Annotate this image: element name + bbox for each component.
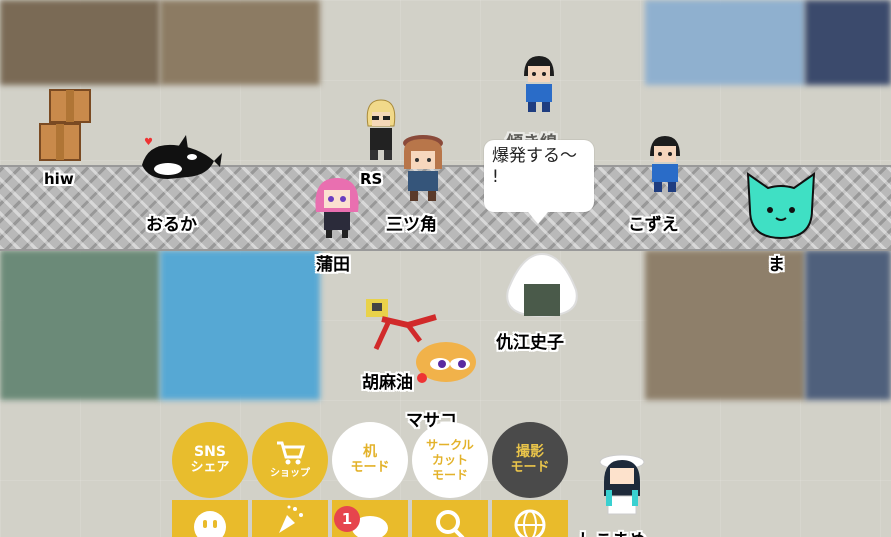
teal-cat-avatar[interactable] [744, 170, 818, 242]
pink-hair-girl-avatar[interactable] [312, 172, 362, 240]
onigiri-avatar[interactable] [502, 250, 582, 320]
speech-text-line1: 爆発する〜 [492, 146, 577, 166]
shop-label: ショップ [270, 467, 310, 479]
player-name-bottom-right: しこまめ [578, 526, 646, 537]
desk-mode-label-1: 机 [363, 444, 377, 460]
circle-cut-label-2: カット [431, 452, 468, 467]
photo-mode-label-2: モード [510, 460, 550, 475]
tab-search[interactable] [412, 500, 488, 537]
orange-car-avatar[interactable] [414, 334, 478, 386]
booth-top-left-2 [160, 0, 320, 85]
booth-top-right [645, 0, 805, 85]
tab-globe[interactable] [492, 500, 568, 537]
booth-top-right-2 [805, 0, 891, 85]
blue-shirt-kid-avatar-2[interactable] [644, 132, 686, 194]
circle-cut-label-3: モード [431, 467, 468, 482]
sns-share-button[interactable]: SNS シェア [172, 422, 248, 498]
player-name-koma: 胡麻油 [362, 373, 413, 393]
blue-shirt-kid-avatar[interactable] [518, 52, 560, 114]
cart-icon [277, 441, 305, 464]
party-popper-icon [279, 505, 303, 533]
desk-mode-label-2: モード [350, 460, 390, 475]
sns-share-label-1: SNS [194, 444, 226, 460]
cardboard-boxes-avatar[interactable] [38, 88, 96, 164]
speech-bubble-tail [528, 212, 548, 224]
tab-face[interactable] [172, 500, 248, 537]
circle-cut-mode-button[interactable]: サークル カット モード [412, 422, 488, 498]
booth-top-left [0, 0, 160, 85]
player-name-kamata: 蒲田 [316, 255, 350, 275]
player-name-kozue: こずえ [628, 215, 679, 235]
sns-share-label-2: シェア [190, 460, 230, 475]
booth-mid-left [0, 250, 160, 400]
booth-mid-right-2 [805, 250, 891, 400]
photo-mode-button[interactable]: 撮影 モード [492, 422, 568, 498]
player-name-oruka: おるか [146, 215, 197, 235]
circle-cut-label-1: サークル [426, 437, 474, 452]
speech-text-line2: ! [492, 167, 499, 187]
globe-icon [514, 509, 546, 537]
blonde-glasses-person-avatar[interactable] [362, 96, 400, 162]
player-name-mitsukado: 三ツ角 [386, 215, 437, 235]
white-hat-girl-avatar[interactable] [596, 452, 648, 518]
svg-text:♥: ♥ [144, 137, 153, 148]
desk-mode-button[interactable]: 机 モード [332, 422, 408, 498]
orca-avatar[interactable]: ♥ [138, 135, 222, 187]
booth-mid-left-2 [160, 250, 320, 400]
player-name-rs: RS [360, 170, 383, 188]
photo-mode-label-1: 撮影 [516, 444, 544, 460]
chat-notification-badge: 1 [334, 506, 360, 532]
player-name-ma: ま [768, 255, 785, 275]
speech-bubble: 爆発する〜 ! [484, 140, 594, 212]
search-icon [436, 510, 465, 537]
shop-button[interactable]: ショップ [252, 422, 328, 498]
game-map[interactable]: hiw ♥ おるか RS 三ツ角 蒲田 爆発する〜 ! こずえ ま 仇江史子 胡… [0, 0, 891, 537]
brown-hat-person-avatar[interactable] [398, 133, 448, 203]
player-name-hiw: hiw [44, 170, 74, 188]
player-name-adashiko: 仇江史子 [496, 333, 564, 353]
smiley-icon [194, 511, 226, 537]
tab-party[interactable] [252, 500, 328, 537]
